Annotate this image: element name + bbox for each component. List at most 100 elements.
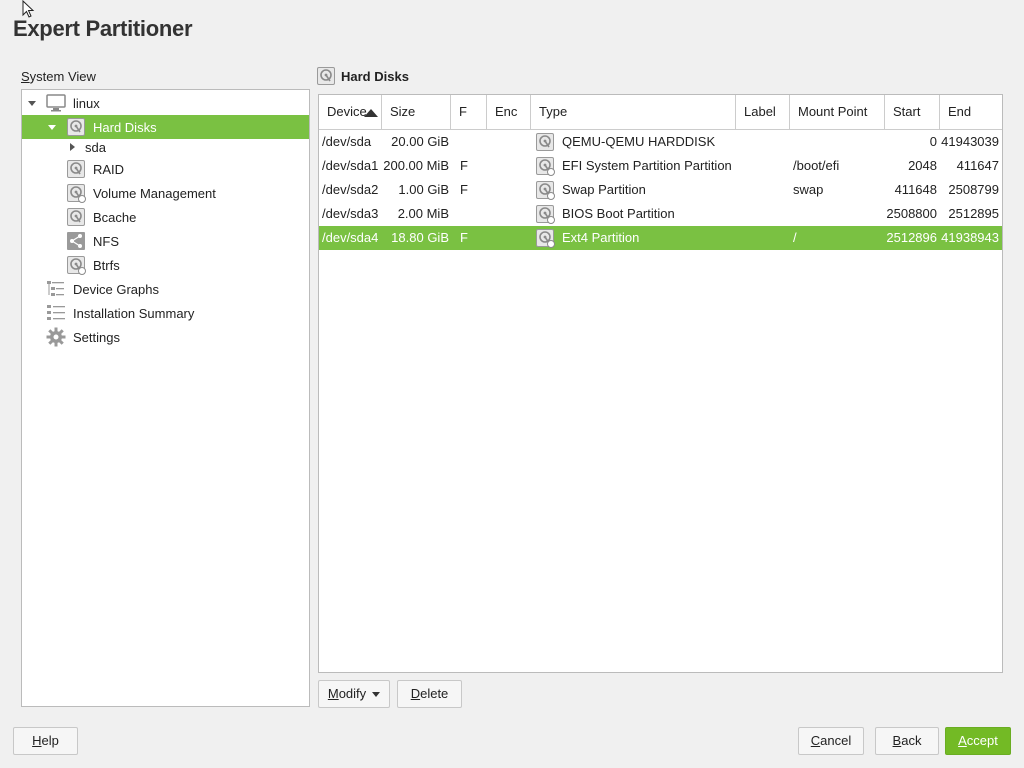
cell-f: F (460, 230, 468, 245)
cell-device: /dev/sda3 (322, 206, 379, 221)
cell-mount (793, 202, 881, 226)
accept-button[interactable]: Accept (945, 727, 1011, 755)
column-header-device[interactable]: Device (319, 95, 382, 129)
accept-label: Accept (958, 733, 998, 748)
cell-label (744, 202, 784, 226)
tree-item-label: RAID (93, 161, 125, 177)
help-button[interactable]: Help (13, 727, 78, 755)
expand-arrow-icon[interactable] (70, 143, 75, 151)
panel-header: Hard Disks (316, 66, 409, 86)
chevron-down-icon (372, 692, 381, 698)
tree-item-label: NFS (93, 233, 119, 249)
cell-mount: swap (793, 182, 824, 197)
cell-start: 411648 (894, 182, 937, 197)
column-header-label[interactable]: Label (736, 95, 790, 129)
tree-item-installation-summary[interactable]: Installation Summary (22, 301, 309, 325)
column-header-type[interactable]: Type (531, 95, 736, 129)
collapse-arrow-icon[interactable] (28, 101, 36, 106)
cell-f (460, 202, 480, 226)
list-icon (47, 305, 65, 320)
computer-icon (46, 94, 66, 112)
cell-enc (495, 154, 525, 178)
table-row[interactable]: /dev/sda 20.00 GiB QEMU-QEMU HARDDISK 0 4194… (319, 130, 1002, 154)
table-header: Device Size F Enc Type Label Mount Point… (319, 95, 1002, 130)
cell-start: 2512896 (886, 230, 937, 245)
column-header-start[interactable]: Start (885, 95, 940, 129)
partition-icon (536, 205, 555, 224)
cancel-button[interactable]: Cancel (798, 727, 864, 755)
cell-type: BIOS Boot Partition (562, 206, 675, 221)
tree-item-settings[interactable]: Settings (22, 325, 309, 349)
cell-size: 18.80 GiB (391, 230, 449, 245)
cell-f: F (460, 158, 468, 173)
partition-icon (536, 229, 555, 248)
partition-icon (536, 181, 555, 200)
column-header-mount-point[interactable]: Mount Point (790, 95, 885, 129)
table-row[interactable]: /dev/sda1 200.00 MiB F EFI System Partition… (319, 154, 1002, 178)
cell-f (460, 130, 480, 154)
tree-item-bcache[interactable]: Bcache (22, 205, 309, 229)
tree-item-volume-management[interactable]: Volume Management (22, 181, 309, 205)
cell-mount (793, 130, 881, 154)
column-header-enc[interactable]: Enc (487, 95, 531, 129)
modify-label: Modify (327, 686, 367, 701)
help-label: Help (32, 733, 59, 748)
panel-title: Hard Disks (341, 68, 409, 84)
tree-item-nfs[interactable]: NFS (22, 229, 309, 253)
tree-item-label: sda (85, 139, 106, 155)
tree-item-raid[interactable]: RAID (22, 157, 309, 181)
btrfs-icon (67, 256, 86, 275)
delete-button[interactable]: Delete (397, 680, 462, 708)
cell-start: 2048 (908, 158, 937, 173)
nfs-share-icon (67, 232, 85, 250)
cell-enc (495, 130, 525, 154)
tree-item-label: Installation Summary (73, 305, 195, 321)
tree-item-device-graphs[interactable]: Device Graphs (22, 277, 309, 301)
cell-size: 200.00 MiB (383, 158, 449, 173)
system-view-tree[interactable]: linux Hard Disks sda RAID Volume Managem… (21, 89, 310, 707)
cell-size: 2.00 MiB (397, 206, 449, 221)
cell-enc (495, 202, 525, 226)
column-header-end[interactable]: End (940, 95, 1002, 129)
cell-end: 41938943 (941, 230, 999, 245)
collapse-arrow-icon[interactable] (48, 125, 56, 130)
partitions-table[interactable]: Device Size F Enc Type Label Mount Point… (318, 94, 1003, 673)
raid-icon (67, 160, 85, 178)
system-view-label: System View (21, 69, 96, 84)
cell-label (744, 178, 784, 202)
cell-end: 411647 (956, 158, 999, 173)
tree-item-linux[interactable]: linux (22, 91, 309, 115)
tree-item-label: Btrfs (93, 257, 120, 273)
tree-item-label: Settings (73, 329, 120, 345)
modify-button[interactable]: Modify (318, 680, 390, 708)
tree-item-sda[interactable]: sda (22, 136, 309, 158)
page-title: Expert Partitioner (13, 16, 193, 41)
tree-item-btrfs[interactable]: Btrfs (22, 253, 309, 277)
bcache-icon (67, 208, 85, 226)
cell-size: 1.00 GiB (398, 182, 449, 197)
cell-end: 2508799 (948, 182, 999, 197)
cell-device: /dev/sda2 (322, 182, 379, 197)
tree-item-label: Hard Disks (93, 119, 157, 135)
column-header-size[interactable]: Size (382, 95, 451, 129)
table-row[interactable]: /dev/sda2 1.00 GiB F Swap Partition swap 4116… (319, 178, 1002, 202)
cell-type: Ext4 Partition (562, 230, 640, 245)
cell-start: 2508800 (886, 206, 937, 221)
cell-start: 0 (929, 134, 937, 149)
cell-label (744, 154, 784, 178)
cell-type: QEMU-QEMU HARDDISK (562, 134, 716, 149)
table-row[interactable]: /dev/sda4 18.80 GiB F Ext4 Partition / 251289… (319, 226, 1002, 250)
hard-disk-icon (317, 67, 335, 85)
table-row[interactable]: /dev/sda3 2.00 MiB BIOS Boot Partition 2508… (319, 202, 1002, 226)
tree-item-label: Bcache (93, 209, 137, 225)
tree-item-label: linux (73, 95, 100, 111)
delete-label: Delete (410, 686, 449, 701)
cell-device: /dev/sda1 (322, 158, 379, 173)
hard-disk-icon (67, 118, 85, 136)
tree-item-label: Volume Management (93, 185, 216, 201)
cell-type: EFI System Partition Partition (562, 158, 732, 173)
cell-f: F (460, 182, 468, 197)
back-button[interactable]: Back (875, 727, 939, 755)
cell-enc (495, 178, 525, 202)
column-header-f[interactable]: F (451, 95, 487, 129)
